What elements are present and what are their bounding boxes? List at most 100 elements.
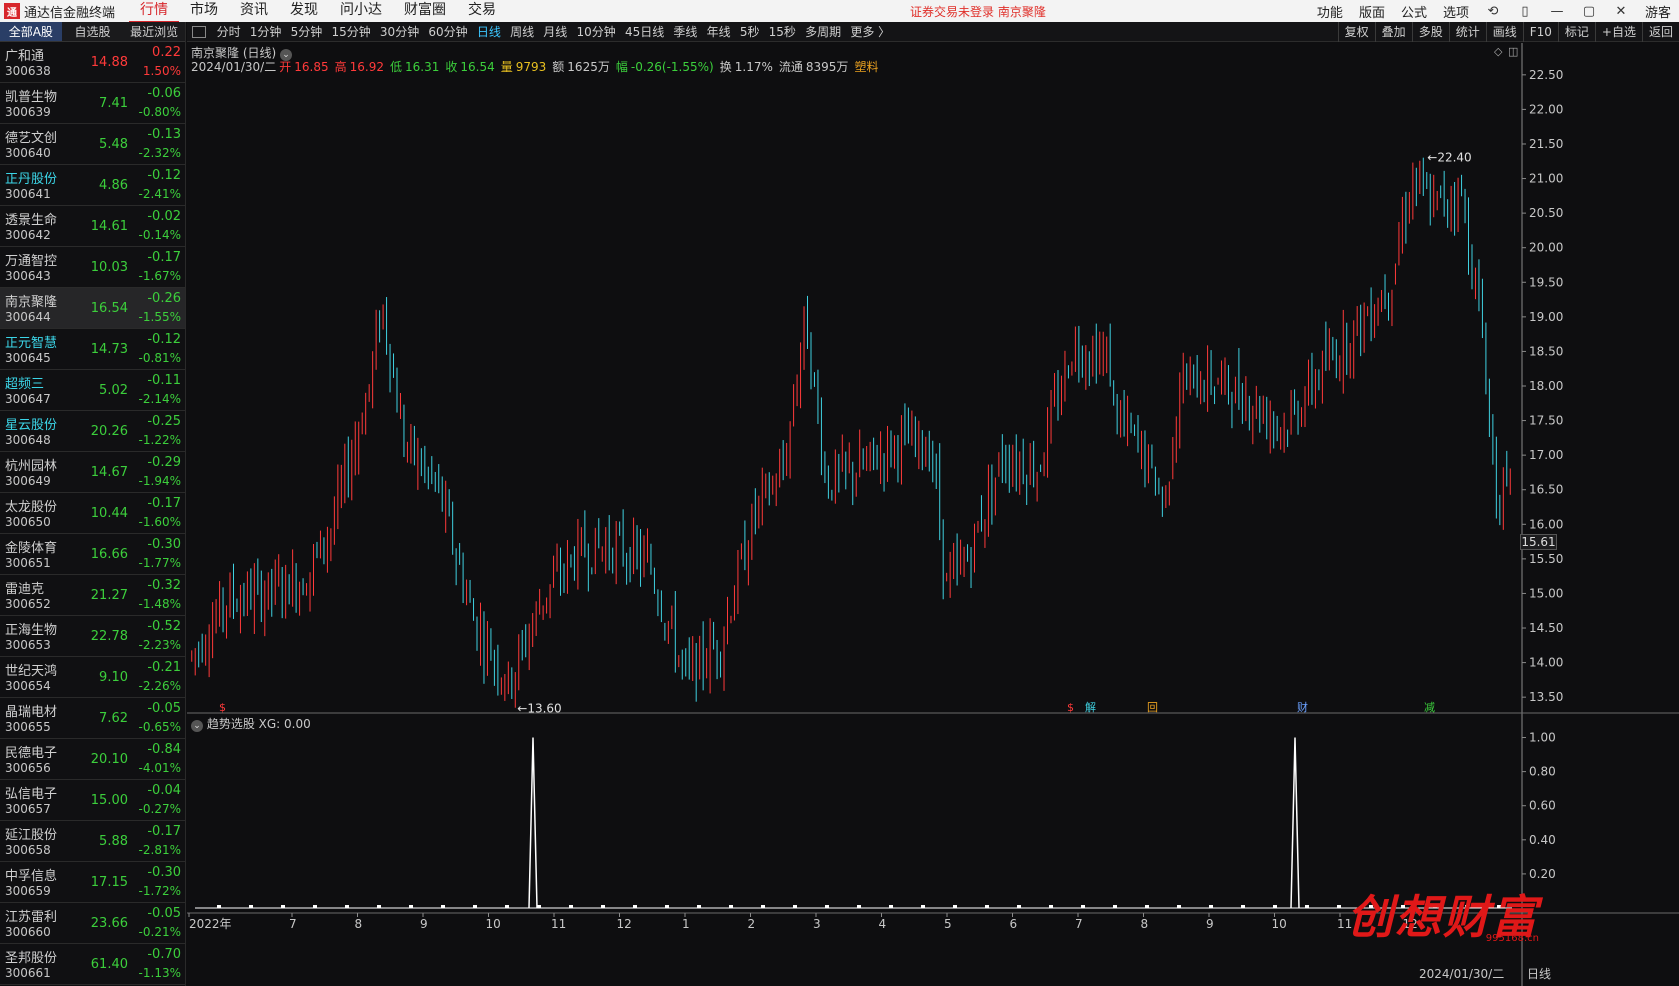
stock-row[interactable]: 世纪天鸿 300654 9.10 -0.21 -2.26% [0, 657, 185, 698]
kline-chart-svg[interactable]: 22.5022.0021.5021.0020.5020.0019.5019.00… [187, 43, 1679, 986]
maximize-icon[interactable]: ▢ [1573, 4, 1605, 19]
minimize-icon[interactable]: — [1541, 4, 1573, 19]
event-marker[interactable]: 减 [1424, 701, 1435, 714]
panel-toggle-icon[interactable] [192, 25, 206, 38]
info-amount: 额 1625万 [552, 60, 610, 74]
period-item[interactable]: 日线 [472, 23, 505, 40]
tab-recent[interactable]: 最近浏览 [123, 22, 185, 41]
stock-row[interactable]: 雷迪克 300652 21.27 -0.32 -1.48% [0, 575, 185, 616]
x-axis-label: 10 [486, 917, 501, 931]
stock-name: 南京聚隆 [5, 295, 58, 310]
stock-row[interactable]: 南京聚隆 300644 16.54 -0.26 -1.55% [0, 288, 185, 329]
x-axis-label: 2 [748, 917, 756, 931]
chart-tool-button[interactable]: 复权 [1337, 22, 1375, 42]
period-item[interactable]: 更多 〉 [846, 23, 895, 40]
period-item[interactable]: 15秒 [764, 23, 800, 40]
user-label[interactable]: 游客 [1637, 2, 1679, 21]
x-axis-label: 4 [879, 917, 887, 931]
y-axis-label: 22.50 [1529, 68, 1563, 82]
tab-watchlist[interactable]: 自选股 [62, 22, 124, 41]
period-item[interactable]: 季线 [669, 23, 702, 40]
menu-discover[interactable]: 发现 [279, 0, 329, 23]
y-axis-label: 21.00 [1529, 172, 1563, 186]
menu-quotes[interactable]: 行情 [129, 0, 180, 23]
xg-signal-spike[interactable] [1290, 737, 1300, 909]
stock-row[interactable]: 弘信电子 300657 15.00 -0.04 -0.27% [0, 780, 185, 821]
stock-row[interactable]: 超频三 300647 5.02 -0.11 -2.14% [0, 370, 185, 411]
indicator-tick-mark [217, 905, 221, 908]
chart-tool-button[interactable]: 统计 [1448, 22, 1486, 42]
stock-name: 超频三 [5, 377, 45, 392]
menu-news[interactable]: 资讯 [229, 0, 279, 23]
stock-row[interactable]: 正元智慧 300645 14.73 -0.12 -0.81% [0, 329, 185, 370]
save-icon[interactable]: ▯ [1509, 4, 1541, 19]
chart-tool-button[interactable]: 标记 [1557, 22, 1595, 42]
stock-row[interactable]: 金陵体育 300651 16.66 -0.30 -1.77% [0, 534, 185, 575]
tab-all-a-shares[interactable]: 全部A股 [0, 22, 62, 41]
refresh-icon[interactable]: ⟲ [1477, 4, 1509, 19]
stock-row[interactable]: 延江股份 300658 5.88 -0.17 -2.81% [0, 821, 185, 862]
period-item[interactable]: 1分钟 [245, 23, 286, 40]
menu-wealth-circle[interactable]: 财富圈 [393, 0, 457, 23]
event-marker[interactable]: 解 [1085, 700, 1096, 714]
period-item[interactable]: 周线 [505, 23, 538, 40]
stock-row[interactable]: 江苏雷利 300660 23.66 -0.05 -0.21% [0, 903, 185, 944]
stock-name: 民德电子 [5, 746, 58, 761]
period-item[interactable]: 10分钟 [572, 23, 620, 40]
period-item[interactable]: 15分钟 [327, 23, 375, 40]
stock-row[interactable]: 凯普生物 300639 7.41 -0.06 -0.80% [0, 83, 185, 124]
chart-tool-button[interactable]: 多股 [1411, 22, 1449, 42]
period-item[interactable]: 5分钟 [286, 23, 327, 40]
menu-ask[interactable]: 问小达 [329, 0, 393, 23]
event-marker[interactable]: 回 [1147, 701, 1158, 714]
menu-options[interactable]: 选项 [1435, 2, 1477, 21]
stock-change-pct: -0.81% [138, 351, 181, 365]
indicator-tick-mark [441, 905, 445, 908]
stock-row[interactable]: 正丹股份 300641 4.86 -0.12 -2.41% [0, 165, 185, 206]
period-item[interactable]: 5秒 [735, 23, 764, 40]
period-item[interactable]: 月线 [539, 23, 572, 40]
stock-row[interactable]: 民德电子 300656 20.10 -0.84 -4.01% [0, 739, 185, 780]
stock-row[interactable]: 广和通 300638 14.88 0.22 1.50% [0, 42, 185, 83]
stock-row[interactable]: 万通智控 300643 10.03 -0.17 -1.67% [0, 247, 185, 288]
layout-icon[interactable]: ◫ [1508, 45, 1518, 58]
event-marker[interactable]: 财 [1297, 700, 1308, 714]
stock-row[interactable]: 透景生命 300642 14.61 -0.02 -0.14% [0, 206, 185, 247]
diamond-icon[interactable]: ◇ [1494, 45, 1503, 58]
x-axis-label: 8 [355, 917, 363, 931]
event-marker[interactable]: $ [219, 701, 226, 714]
chart-tool-button[interactable]: 画线 [1485, 22, 1523, 42]
menu-trade[interactable]: 交易 [457, 0, 507, 23]
menu-formula[interactable]: 公式 [1393, 2, 1435, 21]
xg-signal-spike[interactable] [528, 737, 538, 909]
menu-layout[interactable]: 版面 [1351, 2, 1393, 21]
period-item[interactable]: 30分钟 [375, 23, 423, 40]
event-marker[interactable]: $ [1067, 701, 1074, 714]
period-item[interactable]: 分时 [212, 23, 245, 40]
stock-row[interactable]: 中孚信息 300659 17.15 -0.30 -1.72% [0, 862, 185, 903]
chart-tool-button[interactable]: +自选 [1594, 22, 1642, 42]
login-notice[interactable]: 证券交易未登录 南京聚隆 [910, 3, 1046, 20]
stock-change: -0.12 [147, 332, 181, 347]
menu-function[interactable]: 功能 [1309, 2, 1351, 21]
chart-tool-button[interactable]: 返回 [1641, 22, 1679, 42]
stock-row[interactable]: 太龙股份 300650 10.44 -0.17 -1.60% [0, 493, 185, 534]
indicator-y-label: 0.80 [1529, 765, 1556, 779]
stock-row[interactable]: 圣邦股份 300661 61.40 -0.70 -1.13% [0, 944, 185, 985]
period-item[interactable]: 年线 [702, 23, 735, 40]
stock-row[interactable]: 德艺文创 300640 5.48 -0.13 -2.32% [0, 124, 185, 165]
chart-tool-button[interactable]: F10 [1522, 22, 1558, 42]
stock-change-pct: -1.60% [138, 515, 181, 529]
stock-row[interactable]: 杭州园林 300649 14.67 -0.29 -1.94% [0, 452, 185, 493]
period-item[interactable]: 60分钟 [424, 23, 472, 40]
menu-market[interactable]: 市场 [179, 0, 229, 23]
chevron-down-icon[interactable]: ⌄ [191, 720, 203, 732]
chart-tool-button[interactable]: 叠加 [1374, 22, 1412, 42]
period-item[interactable]: 45日线 [620, 23, 668, 40]
info-sector[interactable]: 塑料 [854, 60, 878, 74]
period-item[interactable]: 多周期 [801, 23, 846, 40]
close-icon[interactable]: ✕ [1605, 4, 1637, 19]
stock-row[interactable]: 晶瑞电材 300655 7.62 -0.05 -0.65% [0, 698, 185, 739]
stock-row[interactable]: 正海生物 300653 22.78 -0.52 -2.23% [0, 616, 185, 657]
stock-row[interactable]: 星云股份 300648 20.26 -0.25 -1.22% [0, 411, 185, 452]
